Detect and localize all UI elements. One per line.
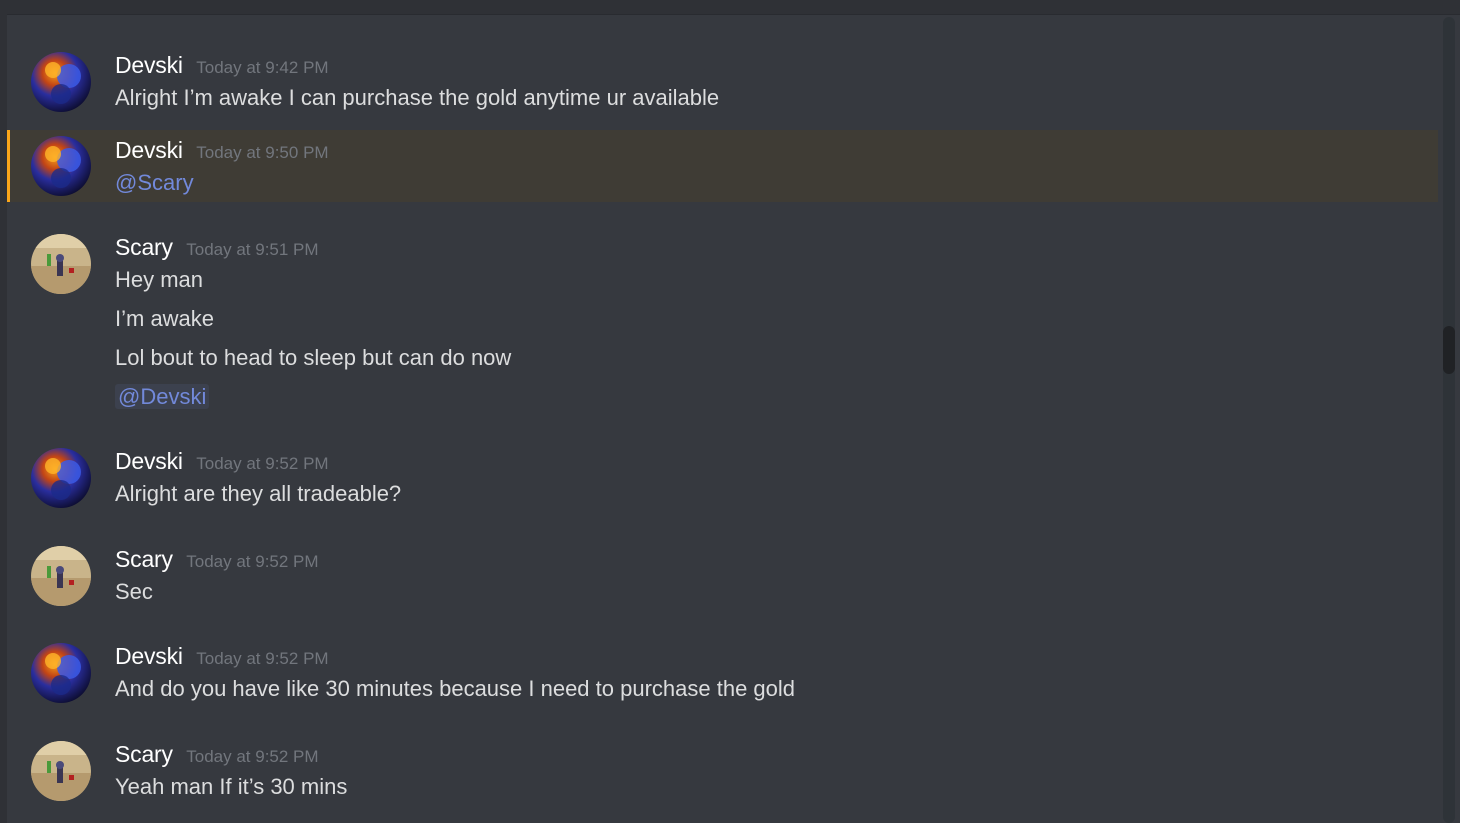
message[interactable]: Scary Today at 9:52 PM Sec (7, 522, 1438, 612)
avatar[interactable] (31, 741, 91, 801)
message-text: I’m awake (115, 306, 215, 331)
message-text: Alright I’m awake I can purchase the gol… (115, 85, 720, 110)
message[interactable]: Devski Today at 9:52 PM And do you have … (7, 619, 1438, 709)
message-text: Lol bout to head to sleep but can do now (115, 345, 512, 370)
message[interactable]: Devski Today at 9:42 PM Alright I’m awak… (7, 28, 1438, 118)
message-header: Devski Today at 9:52 PM (115, 643, 329, 670)
author-name[interactable]: Scary (115, 546, 173, 572)
message-header: Scary Today at 9:51 PM (115, 234, 319, 261)
timestamp[interactable]: Today at 9:52 PM (196, 649, 328, 668)
timestamp[interactable]: Today at 9:52 PM (196, 454, 328, 473)
author-name[interactable]: Devski (115, 52, 183, 78)
scrollbar-thumb[interactable] (1443, 326, 1455, 374)
message[interactable]: Devski Today at 9:52 PM Alright are they… (7, 424, 1438, 514)
author-name[interactable]: Devski (115, 137, 183, 163)
scrollbar-track[interactable] (1443, 17, 1455, 823)
author-name[interactable]: Devski (115, 448, 183, 474)
message-list[interactable]: Devski Today at 9:42 PM Alright I’m awak… (7, 14, 1438, 823)
avatar[interactable] (31, 546, 91, 606)
message-header: Scary Today at 9:52 PM (115, 546, 319, 573)
author-name[interactable]: Scary (115, 234, 173, 260)
message[interactable]: Scary Today at 9:51 PM Hey man I’m awake… (7, 210, 1438, 422)
message-text: Hey man (115, 267, 204, 292)
message-text: And do you have like 30 minutes because … (115, 676, 796, 701)
message-text: Alright are they all tradeable? (115, 481, 402, 506)
message-header: Devski Today at 9:52 PM (115, 448, 329, 475)
timestamp[interactable]: Today at 9:52 PM (186, 552, 318, 571)
author-name[interactable]: Scary (115, 741, 173, 767)
message-mention-highlight[interactable]: Devski Today at 9:50 PM @Scary (7, 130, 1438, 202)
user-mention[interactable]: @Scary (115, 170, 194, 195)
avatar[interactable] (31, 52, 91, 112)
user-mention[interactable]: @Devski (115, 384, 210, 409)
channel-sidebar-edge (0, 14, 7, 823)
timestamp[interactable]: Today at 9:50 PM (196, 143, 328, 162)
message-header: Scary Today at 9:52 PM (115, 741, 319, 768)
author-name[interactable]: Devski (115, 643, 183, 669)
timestamp[interactable]: Today at 9:51 PM (186, 240, 318, 259)
timestamp[interactable]: Today at 9:52 PM (186, 747, 318, 766)
message-text: @Devski (115, 384, 210, 410)
timestamp[interactable]: Today at 9:42 PM (196, 58, 328, 77)
message-header: Devski Today at 9:42 PM (115, 52, 329, 79)
avatar[interactable] (31, 234, 91, 294)
avatar[interactable] (31, 448, 91, 508)
avatar[interactable] (31, 136, 91, 196)
top-bar (0, 0, 1460, 14)
message-text: @Scary (115, 170, 194, 196)
message[interactable]: Scary Today at 9:52 PM Yeah man If it’s … (7, 717, 1438, 817)
avatar[interactable] (31, 643, 91, 703)
chat-window: Devski Today at 9:42 PM Alright I’m awak… (0, 0, 1460, 823)
message-text: Yeah man If it’s 30 mins (115, 774, 348, 799)
message-header: Devski Today at 9:50 PM (115, 137, 329, 164)
message-text: Sec (115, 579, 153, 604)
